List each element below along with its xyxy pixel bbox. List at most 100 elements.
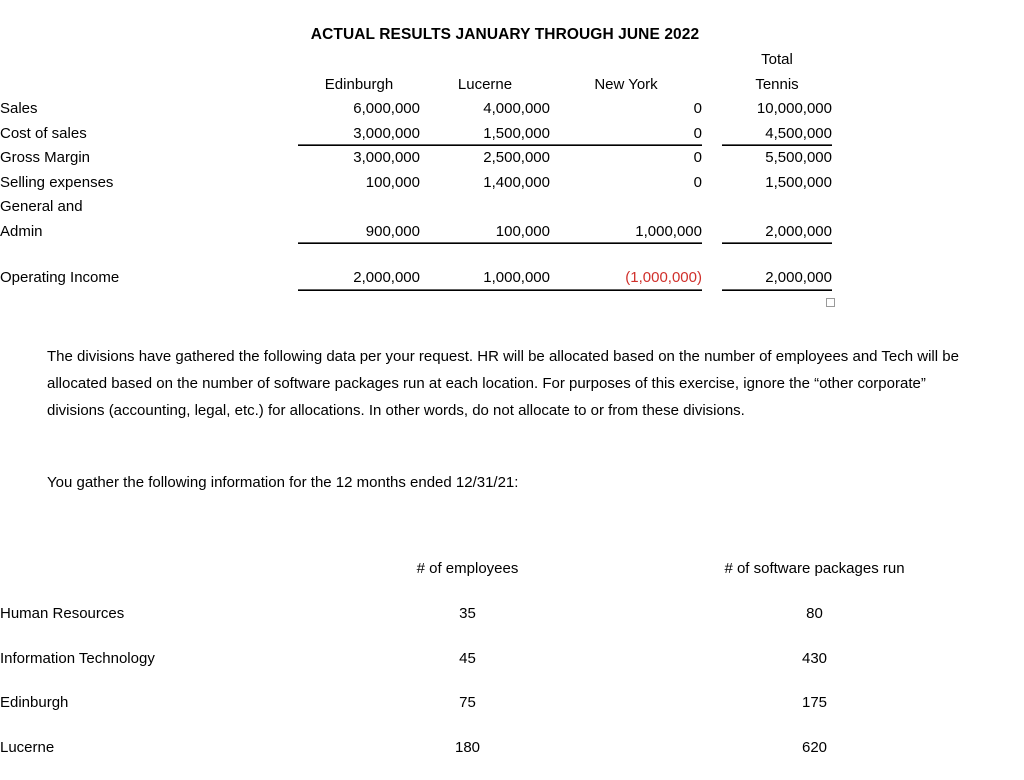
cell-pad: [832, 220, 1024, 245]
header-label-blank: [0, 73, 298, 98]
cell-new-york: 0: [550, 146, 702, 171]
data-header-employees: # of employees: [330, 557, 605, 602]
cell-new-york: (1,000,000): [550, 266, 702, 291]
header-spacer-edinburgh: [298, 48, 420, 73]
cell-gap: [702, 171, 722, 196]
row-label: Lucerne: [0, 736, 330, 780]
spacer-cell: [550, 244, 702, 266]
cell-pad: [832, 171, 1024, 196]
data-header-label: [0, 557, 330, 602]
cell-total: 2,000,000: [722, 266, 832, 291]
cell-lucerne: 1,400,000: [420, 171, 550, 196]
allocation-data-table: # of employees # of software packages ru…: [0, 557, 1024, 780]
header-gap: [702, 48, 722, 73]
header-spacer: [0, 48, 298, 73]
table-row: Lucerne 180 620: [0, 736, 1024, 780]
row-label: Admin: [0, 220, 298, 245]
cell-pad: [832, 146, 1024, 171]
spacer-cell: [420, 244, 550, 266]
intro-paragraph: The divisions have gathered the followin…: [47, 343, 979, 424]
cell-gap: [702, 220, 722, 245]
financial-results-table: Total Edinburgh Lucerne New York Tennis …: [0, 48, 1024, 291]
cell-gap: [702, 146, 722, 171]
table-row: Admin 900,000 100,000 1,000,000 2,000,00…: [0, 220, 1024, 245]
cell-new-york: 0: [550, 171, 702, 196]
cell-pad: [832, 266, 1024, 291]
cell-software: 80: [605, 602, 1024, 647]
header-lucerne: Lucerne: [420, 73, 550, 98]
cell-edinburgh: 3,000,000: [298, 122, 420, 147]
cell-lucerne: 2,500,000: [420, 146, 550, 171]
header-edinburgh: Edinburgh: [298, 73, 420, 98]
spacer-cell: [702, 244, 722, 266]
spacer-cell: [298, 244, 420, 266]
cell-total: 2,000,000: [722, 220, 832, 245]
row-label: Sales: [0, 97, 298, 122]
table-row: Human Resources 35 80: [0, 602, 1024, 647]
header-spacer-new-york: [550, 48, 702, 73]
selection-handle-icon[interactable]: [826, 298, 835, 307]
table-row: Selling expenses 100,000 1,400,000 0 1,5…: [0, 171, 1024, 196]
cell-gap: [702, 97, 722, 122]
header-spacer-lucerne: [420, 48, 550, 73]
row-label: Human Resources: [0, 602, 330, 647]
header-new-york: New York: [550, 73, 702, 98]
cell-gap: [702, 122, 722, 147]
header-total-line1: Total: [722, 48, 832, 73]
cell-software: 175: [605, 691, 1024, 736]
table-row-operating-income: Operating Income 2,000,000 1,000,000 (1,…: [0, 266, 1024, 291]
table-row: Sales 6,000,000 4,000,000 0 10,000,000: [0, 97, 1024, 122]
cell-new-york: [550, 195, 702, 220]
cell-edinburgh: 2,000,000: [298, 266, 420, 291]
table-row: General and: [0, 195, 1024, 220]
row-label: Operating Income: [0, 266, 298, 291]
cell-lucerne: 100,000: [420, 220, 550, 245]
cell-employees: 180: [330, 736, 605, 780]
data-table-header-row: # of employees # of software packages ru…: [0, 557, 1024, 602]
cell-employees: 35: [330, 602, 605, 647]
header-pad-2: [832, 73, 1024, 98]
cell-gap: [702, 195, 722, 220]
row-label: Information Technology: [0, 647, 330, 692]
cell-edinburgh: 900,000: [298, 220, 420, 245]
cell-new-york: 0: [550, 97, 702, 122]
table-row: Cost of sales 3,000,000 1,500,000 0 4,50…: [0, 122, 1024, 147]
data-header-software: # of software packages run: [605, 557, 1024, 602]
header-gap-2: [702, 73, 722, 98]
cell-total: 1,500,000: [722, 171, 832, 196]
cell-lucerne: 4,000,000: [420, 97, 550, 122]
cell-edinburgh: 100,000: [298, 171, 420, 196]
cell-lucerne: 1,500,000: [420, 122, 550, 147]
cell-edinburgh: [298, 195, 420, 220]
header-total-line2: Tennis: [722, 73, 832, 98]
spacer-cell: [832, 244, 1024, 266]
cell-software: 620: [605, 736, 1024, 780]
cell-new-york: 0: [550, 122, 702, 147]
cell-software: 430: [605, 647, 1024, 692]
page-title: ACTUAL RESULTS JANUARY THROUGH JUNE 2022: [0, 26, 1010, 44]
cell-total: [722, 195, 832, 220]
row-label: General and: [0, 195, 298, 220]
row-label: Cost of sales: [0, 122, 298, 147]
cell-total: 10,000,000: [722, 97, 832, 122]
table-row: Gross Margin 3,000,000 2,500,000 0 5,500…: [0, 146, 1024, 171]
table-header-row-total: Total: [0, 48, 1024, 73]
cell-gap: [702, 266, 722, 291]
document-page: ACTUAL RESULTS JANUARY THROUGH JUNE 2022…: [0, 0, 1024, 770]
cell-new-york: 1,000,000: [550, 220, 702, 245]
table-row: Information Technology 45 430: [0, 647, 1024, 692]
row-label: Selling expenses: [0, 171, 298, 196]
cell-employees: 45: [330, 647, 605, 692]
row-label: Gross Margin: [0, 146, 298, 171]
cell-lucerne: [420, 195, 550, 220]
cell-employees: 75: [330, 691, 605, 736]
cell-total: 4,500,000: [722, 122, 832, 147]
cell-pad: [832, 195, 1024, 220]
spacer-cell: [722, 244, 832, 266]
cell-pad: [832, 122, 1024, 147]
table-header-row: Edinburgh Lucerne New York Tennis: [0, 73, 1024, 98]
cell-edinburgh: 6,000,000: [298, 97, 420, 122]
lead-in-paragraph: You gather the following information for…: [47, 469, 979, 496]
spacer-cell: [0, 244, 298, 266]
cell-pad: [832, 97, 1024, 122]
